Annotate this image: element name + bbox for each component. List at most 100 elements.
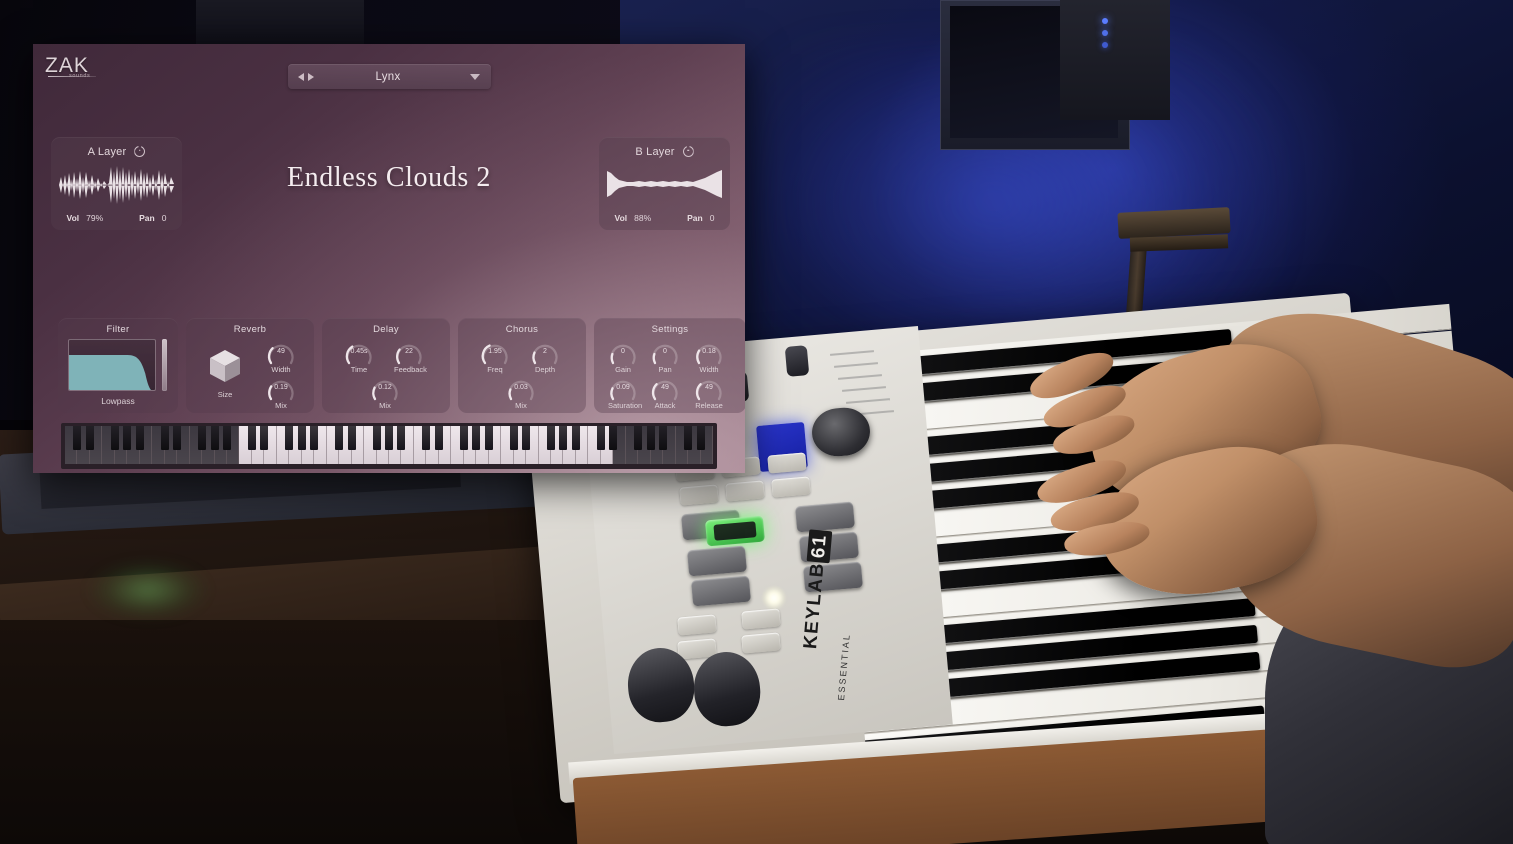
piano-black-key[interactable] xyxy=(634,426,643,450)
piano-black-key[interactable] xyxy=(434,426,443,450)
layer-a-values: Vol 79% Pan 0 xyxy=(51,213,182,223)
knob-settings-saturation[interactable]: 0.09 Saturation xyxy=(608,376,643,410)
virtual-keyboard-keys[interactable] xyxy=(65,426,713,464)
power-icon[interactable] xyxy=(682,146,694,157)
piano-black-key[interactable] xyxy=(684,426,693,450)
knob-reverb-mix[interactable]: 0.19 Mix xyxy=(266,376,296,410)
piano-black-key[interactable] xyxy=(123,426,132,450)
piano-black-key[interactable] xyxy=(297,426,306,450)
knob-settings-pan-value: 0 xyxy=(663,348,667,355)
knob-settings-width[interactable]: 0.18 Width xyxy=(694,340,724,374)
preset-name[interactable]: Lynx xyxy=(306,71,470,83)
power-icon[interactable] xyxy=(134,146,146,157)
fx-panel-reverb[interactable]: Reverb Size 49 Width 0.19 Mix xyxy=(186,318,314,413)
preset-selector[interactable]: Lynx xyxy=(288,64,491,89)
fx-panel-chorus[interactable]: Chorus 1.95 Freq 2 Depth 0.03 Mix xyxy=(458,318,586,413)
knob-chorus-depth-label: Depth xyxy=(534,365,555,374)
knob-delay-mix-label: Mix xyxy=(379,401,391,410)
piano-black-key[interactable] xyxy=(260,426,269,450)
piano-black-key[interactable] xyxy=(198,426,207,450)
knob-settings-gain-label: Gain xyxy=(615,365,631,374)
knob-settings-gain-value: 0 xyxy=(621,348,625,355)
knob-chorus-mix[interactable]: 0.03 Mix xyxy=(506,376,536,410)
reverb-size-label[interactable]: Size xyxy=(196,390,254,399)
knob-delay-time[interactable]: 0.45s Time xyxy=(344,340,374,374)
piano-black-key[interactable] xyxy=(547,426,555,450)
layer-b-vol-value[interactable]: 88% xyxy=(634,213,651,223)
piano-black-key[interactable] xyxy=(372,426,381,450)
piano-black-key[interactable] xyxy=(335,426,344,450)
knob-settings-saturation-value: 0.09 xyxy=(616,384,630,391)
knob-settings-saturation-label: Saturation xyxy=(608,401,643,410)
virtual-keyboard[interactable] xyxy=(61,423,717,469)
knob-settings-release-label: Release xyxy=(695,401,723,410)
fx-delay-title: Delay xyxy=(373,324,399,335)
piano-black-key[interactable] xyxy=(609,426,618,450)
fx-panel-settings[interactable]: Settings 0 Gain 0 Pan 0.18 Width 0.09 Sa… xyxy=(594,318,745,413)
piano-black-key[interactable] xyxy=(571,426,580,450)
piano-black-key[interactable] xyxy=(160,426,169,450)
brand-sub: sounds xyxy=(69,73,91,79)
piano-black-key[interactable] xyxy=(696,426,705,450)
filter-resonance-slider[interactable] xyxy=(162,339,167,391)
knob-delay-mix[interactable]: 0.12 Mix xyxy=(370,376,400,410)
piano-black-key[interactable] xyxy=(310,426,319,450)
rack-led-indicator xyxy=(1102,42,1108,48)
piano-black-key[interactable] xyxy=(85,426,94,450)
piano-black-key[interactable] xyxy=(397,426,406,450)
knob-delay-feedback[interactable]: 22 Feedback xyxy=(394,340,427,374)
knob-reverb-width[interactable]: 49 Width xyxy=(266,340,296,374)
piano-black-key[interactable] xyxy=(484,426,493,450)
piano-black-key[interactable] xyxy=(385,426,393,450)
piano-black-key[interactable] xyxy=(596,426,605,450)
filter-curve-display[interactable] xyxy=(68,339,156,391)
knob-settings-release[interactable]: 49 Release xyxy=(694,376,724,410)
fx-panel-delay[interactable]: Delay 0.45s Time 22 Feedback 0.12 Mix xyxy=(322,318,450,413)
piano-black-key[interactable] xyxy=(285,426,294,450)
piano-black-key[interactable] xyxy=(472,426,481,450)
top-shelf xyxy=(196,0,364,44)
knob-settings-width-value: 0.18 xyxy=(702,348,716,355)
filter-curve xyxy=(69,355,152,390)
piano-black-key[interactable] xyxy=(659,426,668,450)
green-led-glow xyxy=(88,560,208,620)
device-number-text: 61 xyxy=(806,529,833,564)
filter-mode-label[interactable]: Lowpass xyxy=(58,396,178,406)
piano-black-key[interactable] xyxy=(73,426,82,450)
piano-black-key[interactable] xyxy=(110,426,119,450)
piano-black-key[interactable] xyxy=(347,426,356,450)
knob-chorus-freq[interactable]: 1.95 Freq xyxy=(480,340,510,374)
brand-logo: ZAK sounds xyxy=(45,54,96,79)
piano-black-key[interactable] xyxy=(559,426,568,450)
piano-black-key[interactable] xyxy=(135,426,144,450)
layer-b-title: B Layer xyxy=(635,145,675,158)
knob-chorus-depth[interactable]: 2 Depth xyxy=(530,340,560,374)
knob-settings-release-value: 49 xyxy=(705,384,713,391)
layer-b-pan-value[interactable]: 0 xyxy=(710,213,715,223)
piano-black-key[interactable] xyxy=(422,426,431,450)
rack-led-indicator xyxy=(1102,30,1108,36)
piano-black-key[interactable] xyxy=(646,426,655,450)
piano-black-key[interactable] xyxy=(210,426,219,450)
piano-black-key[interactable] xyxy=(459,426,468,450)
piano-black-key[interactable] xyxy=(522,426,531,450)
knob-delay-feedback-value: 22 xyxy=(405,348,413,355)
layer-a-pan-value[interactable]: 0 xyxy=(162,213,167,223)
knob-reverb-mix-label: Mix xyxy=(275,401,287,410)
knob-chorus-freq-value: 1.95 xyxy=(488,348,502,355)
knob-settings-pan[interactable]: 0 Pan xyxy=(650,340,680,374)
cube-icon[interactable] xyxy=(204,344,246,386)
fx-filter-title: Filter xyxy=(106,324,130,335)
layer-b-values: Vol 88% Pan 0 xyxy=(599,213,730,223)
knob-settings-attack[interactable]: 49 Attack xyxy=(650,376,680,410)
layer-a-vol-value[interactable]: 79% xyxy=(86,213,103,223)
fx-panel-filter[interactable]: Filter Lowpass xyxy=(58,318,178,413)
knob-settings-gain[interactable]: 0 Gain xyxy=(608,340,638,374)
preset-prev-icon[interactable] xyxy=(298,72,304,81)
piano-black-key[interactable] xyxy=(509,426,518,450)
chevron-down-icon[interactable] xyxy=(470,73,480,80)
piano-black-key[interactable] xyxy=(173,426,182,450)
knob-settings-pan-label: Pan xyxy=(658,365,672,374)
piano-black-key[interactable] xyxy=(247,426,256,450)
piano-black-key[interactable] xyxy=(223,426,231,450)
